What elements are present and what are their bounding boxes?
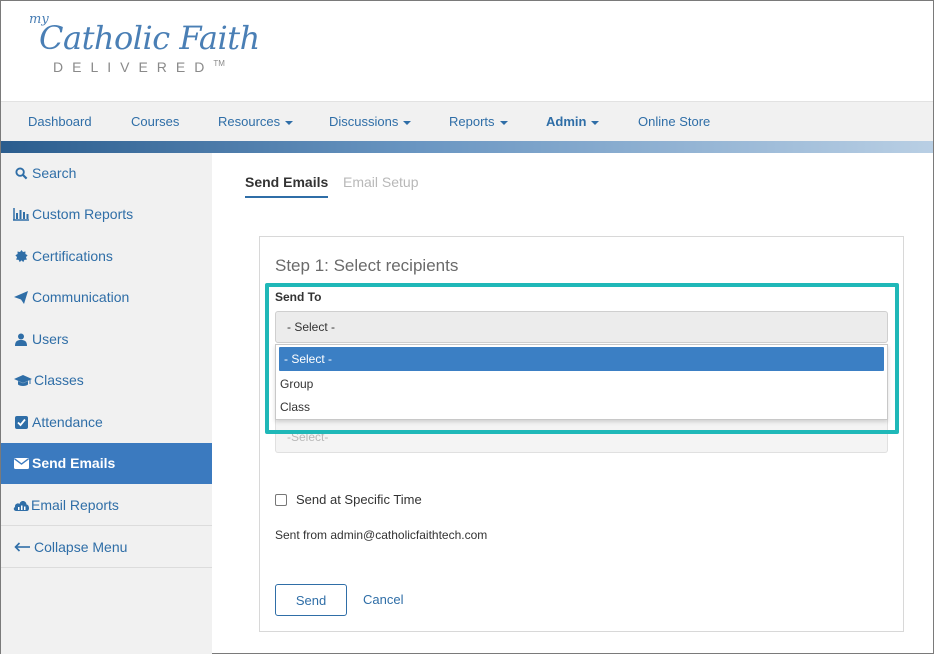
send-button[interactable]: Send bbox=[275, 584, 347, 616]
nav-online-store[interactable]: Online Store bbox=[638, 114, 710, 129]
logo[interactable]: my Catholic Faith DELIVEREDTM bbox=[29, 9, 269, 89]
header: my Catholic Faith DELIVEREDTM bbox=[1, 1, 933, 101]
arrow-left-icon bbox=[13, 540, 30, 554]
send-to-selected-value: - Select - bbox=[287, 320, 336, 334]
sidebar-item-classes[interactable]: Classes bbox=[1, 360, 212, 401]
sidebar-item-label: Communication bbox=[32, 289, 130, 305]
nav-courses[interactable]: Courses bbox=[131, 114, 179, 129]
sidebar-item-label: Attendance bbox=[32, 414, 103, 430]
sidebar-item-label: Users bbox=[32, 331, 69, 347]
sidebar-item-attendance[interactable]: Attendance bbox=[1, 402, 212, 443]
sidebar-item-users[interactable]: Users bbox=[1, 319, 212, 360]
chevron-down-icon bbox=[403, 120, 412, 125]
sidebar: Search Custom Reports Certifications Com… bbox=[1, 153, 212, 654]
step-title: Step 1: Select recipients bbox=[275, 256, 459, 275]
nav-resources[interactable]: Resources bbox=[218, 114, 294, 129]
tab-email-setup[interactable]: Email Setup bbox=[343, 174, 418, 190]
graduation-cap-icon bbox=[13, 373, 32, 387]
chevron-down-icon bbox=[591, 120, 600, 125]
sidebar-item-certifications[interactable]: Certifications bbox=[1, 236, 212, 277]
send-to-select[interactable]: - Select - bbox=[275, 311, 888, 343]
chevron-down-icon bbox=[499, 120, 508, 125]
send-to-dropdown: - Select - Group Class bbox=[275, 344, 888, 420]
bar-chart-icon bbox=[13, 207, 29, 221]
sidebar-item-label: Send Emails bbox=[32, 455, 116, 471]
nav-admin[interactable]: Admin bbox=[546, 114, 600, 129]
sidebar-item-email-reports[interactable]: Email Reports bbox=[1, 484, 212, 526]
secondary-select[interactable]: -Select- bbox=[275, 420, 888, 453]
send-to-label: Send To bbox=[275, 290, 322, 304]
sidebar-item-search[interactable]: Search bbox=[1, 153, 212, 194]
cancel-link[interactable]: Cancel bbox=[363, 592, 403, 607]
logo-sub: DELIVEREDTM bbox=[53, 59, 225, 75]
top-nav: Dashboard Courses Resources Discussions … bbox=[1, 101, 933, 141]
sidebar-item-collapse-menu[interactable]: Collapse Menu bbox=[1, 526, 212, 568]
search-icon bbox=[13, 166, 29, 180]
check-square-icon bbox=[13, 415, 29, 429]
logo-main: Catholic Faith bbox=[39, 19, 260, 57]
sidebar-item-label: Certifications bbox=[32, 248, 113, 264]
option-class[interactable]: Class bbox=[278, 395, 885, 419]
cloud-chart-icon bbox=[13, 498, 30, 512]
sidebar-item-label: Collapse Menu bbox=[34, 538, 128, 555]
specific-time-label: Send at Specific Time bbox=[296, 492, 422, 507]
nav-dashboard[interactable]: Dashboard bbox=[28, 114, 92, 129]
sidebar-item-communication[interactable]: Communication bbox=[1, 277, 212, 318]
paper-plane-icon bbox=[13, 290, 29, 304]
user-icon bbox=[13, 332, 29, 346]
certificate-icon bbox=[13, 249, 29, 263]
sidebar-item-send-emails[interactable]: Send Emails bbox=[1, 443, 212, 484]
sidebar-item-custom-reports[interactable]: Custom Reports bbox=[1, 194, 212, 235]
chevron-down-icon bbox=[285, 120, 294, 125]
header-accent-bar bbox=[1, 141, 933, 153]
nav-discussions[interactable]: Discussions bbox=[329, 114, 412, 129]
nav-reports[interactable]: Reports bbox=[449, 114, 508, 129]
option-group[interactable]: Group bbox=[278, 372, 885, 396]
specific-time-row: Send at Specific Time bbox=[275, 492, 422, 507]
sidebar-item-label: Classes bbox=[34, 372, 84, 388]
specific-time-checkbox[interactable] bbox=[275, 493, 287, 506]
sidebar-item-label: Search bbox=[32, 165, 77, 181]
sidebar-item-label: Email Reports bbox=[31, 496, 119, 513]
tab-send-emails[interactable]: Send Emails bbox=[245, 174, 329, 198]
sent-from-text: Sent from admin@catholicfaithtech.com bbox=[275, 528, 488, 542]
option-select[interactable]: - Select - bbox=[279, 347, 884, 371]
envelope-icon bbox=[13, 456, 29, 470]
sidebar-item-label: Custom Reports bbox=[32, 206, 134, 222]
